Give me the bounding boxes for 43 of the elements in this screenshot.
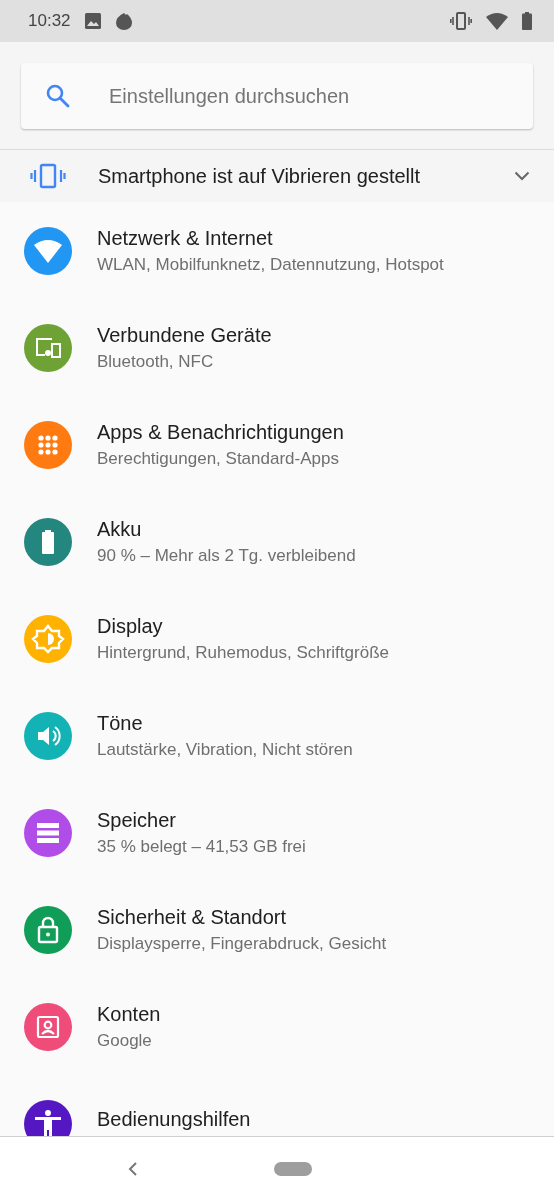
item-title: Netzwerk & Internet bbox=[97, 226, 274, 250]
settings-item[interactable]: Apps & Benachrichtigungen Berechtigungen, Standard-Apps bbox=[0, 396, 554, 493]
item-title: Akku bbox=[97, 517, 143, 541]
item-title: Speicher bbox=[97, 808, 177, 832]
item-title: Konten bbox=[97, 1002, 161, 1026]
item-subtitle: Bluetooth, NFC bbox=[97, 351, 215, 372]
settings-item[interactable]: Akku 90 % – Mehr als 2 Tg. verbleibend bbox=[0, 493, 554, 590]
home-pill-icon[interactable] bbox=[273, 1161, 312, 1176]
chevron-icon[interactable] bbox=[514, 171, 530, 181]
item-subtitle: Displaysperre, Fingerabdruck, Gesicht bbox=[97, 933, 387, 954]
suggestion-text: Smartphone ist auf Vibrieren gestellt bbox=[98, 164, 422, 188]
item-title: Sicherheit & Standort bbox=[97, 905, 287, 929]
settings-item[interactable]: Sicherheit & Standort Displaysperre, Fingerabdruck, Gesicht bbox=[0, 881, 554, 978]
search-icon bbox=[45, 83, 71, 109]
status-time: 10:32 bbox=[28, 11, 71, 31]
item-title: Apps & Benachrichtigungen bbox=[97, 420, 344, 444]
settings-item[interactable]: Verbundene Geräte Bluetooth, NFC bbox=[0, 299, 554, 396]
search-bar[interactable]: Einstellungen durchsuchen bbox=[21, 63, 533, 129]
search-field[interactable]: Einstellungen durchsuchen bbox=[107, 83, 533, 109]
item-subtitle: Lautstärke, Vibration, Nicht stören bbox=[97, 739, 353, 760]
wifi-signal-icon bbox=[486, 12, 508, 30]
item-subtitle: WLAN, Mobilfunknetz, Datennutzung, Hotspot bbox=[97, 254, 444, 275]
item-subtitle: 90 % – Mehr als 2 Tg. verbleibend bbox=[97, 545, 356, 566]
settings-item[interactable]: Display Hintergrund, Ruhemodus, Schriftgröße bbox=[0, 590, 554, 687]
item-title: Töne bbox=[97, 711, 144, 735]
vibrate-icon bbox=[30, 163, 66, 189]
back-icon[interactable] bbox=[127, 1160, 138, 1177]
item-title: Bedienungshilfen bbox=[97, 1108, 251, 1131]
settings-item[interactable]: Bedienungshilfen bbox=[0, 1075, 554, 1136]
settings-item[interactable]: Netzwerk & Internet WLAN, Mobilfunknetz, Datennutzung, Hotspot bbox=[0, 202, 554, 299]
item-subtitle: Hintergrund, Ruhemodus, Schriftgröße bbox=[97, 642, 389, 663]
settings-item[interactable]: Töne Lautstärke, Vibration, Nicht stören bbox=[0, 687, 554, 784]
item-subtitle: Berechtigungen, Standard-Apps bbox=[97, 448, 340, 469]
battery-icon bbox=[522, 12, 532, 30]
item-title: Verbundene Geräte bbox=[97, 323, 272, 347]
item-subtitle: 35 % belegt – 41,53 GB frei bbox=[97, 836, 306, 857]
settings-item[interactable]: Konten Google bbox=[0, 978, 554, 1075]
vibrate-icon bbox=[450, 12, 472, 30]
settings-item[interactable]: Speicher 35 % belegt – 41,53 GB frei bbox=[0, 784, 554, 881]
item-title: Display bbox=[97, 614, 164, 638]
image-icon bbox=[84, 13, 101, 29]
suggestion-bar[interactable]: Smartphone ist auf Vibrieren gestellt bbox=[0, 150, 554, 202]
item-subtitle: Google bbox=[97, 1030, 153, 1051]
